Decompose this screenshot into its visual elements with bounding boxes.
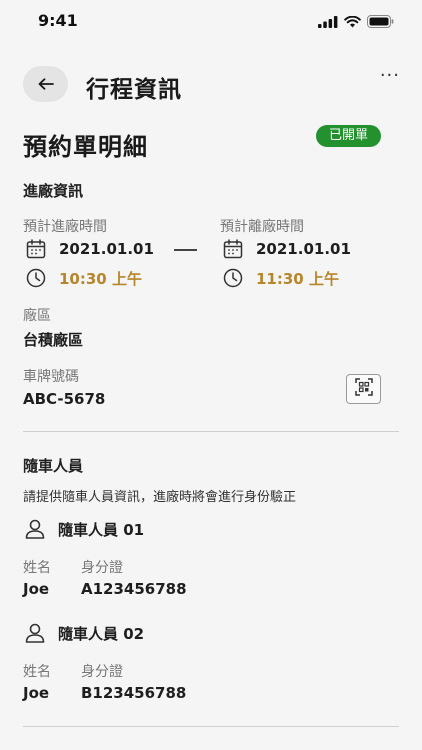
page-title: 行程資訊 xyxy=(86,77,182,103)
wifi-icon xyxy=(344,13,361,32)
area-label: 廠區 xyxy=(23,308,51,324)
companion-1-id: A123456788 xyxy=(81,580,187,598)
back-button[interactable] xyxy=(23,66,68,102)
person-icon xyxy=(24,518,46,540)
companion-2-id-label: 身分證 xyxy=(81,664,123,680)
entry-date-row: 2021.01.01 xyxy=(25,238,154,260)
entry-clock-row: 10:30 上午 xyxy=(25,267,142,289)
back-arrow-icon xyxy=(38,75,54,94)
clock-icon xyxy=(222,267,244,289)
section-divider xyxy=(23,431,399,432)
companion-1-heading: 隨車人員 01 xyxy=(58,520,145,539)
bottom-divider xyxy=(23,726,399,727)
companions-note: 請提供隨車人員資訊，進廠時將會進行身份驗正 xyxy=(23,490,297,505)
companion-2-heading-row: 隨車人員 02 xyxy=(24,622,144,644)
battery-icon xyxy=(367,13,394,32)
exit-clock-row: 11:30 上午 xyxy=(222,267,339,289)
entry-date: 2021.01.01 xyxy=(59,240,154,258)
signal-icon xyxy=(318,13,338,32)
entry-time-label: 預計進廠時間 xyxy=(23,219,107,235)
person-icon xyxy=(24,622,46,644)
exit-time-label: 預計離廠時間 xyxy=(220,219,304,235)
companion-2-heading: 隨車人員 02 xyxy=(58,624,145,643)
exit-date: 2021.01.01 xyxy=(256,240,351,258)
plate-value: ABC-5678 xyxy=(23,390,106,408)
calendar-icon xyxy=(25,238,47,260)
companion-2-id: B123456788 xyxy=(81,684,187,702)
date-range-divider xyxy=(174,249,197,251)
companions-heading: 隨車人員 xyxy=(23,457,84,475)
area-value: 台積廠區 xyxy=(23,331,84,349)
entry-info-heading: 進廠資訊 xyxy=(23,182,84,200)
entry-time: 10:30 上午 xyxy=(59,269,142,288)
qr-scan-icon xyxy=(354,378,373,400)
companion-1-heading-row: 隨車人員 01 xyxy=(24,518,144,540)
clock-icon xyxy=(25,267,47,289)
companion-2-name: Joe xyxy=(23,684,50,702)
status-icons xyxy=(318,13,394,32)
reservation-title: 預約單明細 xyxy=(23,133,148,161)
companion-1-name: Joe xyxy=(23,580,50,598)
exit-time: 11:30 上午 xyxy=(256,269,339,288)
companion-1-id-label: 身分證 xyxy=(81,560,123,576)
more-icon[interactable]: ··· xyxy=(380,67,400,85)
companion-1-name-label: 姓名 xyxy=(23,560,51,576)
plate-label: 車牌號碼 xyxy=(23,369,79,385)
calendar-icon xyxy=(222,238,244,260)
status-badge: 已開單 xyxy=(316,125,382,147)
qr-scan-button[interactable] xyxy=(346,374,381,404)
exit-date-row: 2021.01.01 xyxy=(222,238,351,260)
status-time: 9:41 xyxy=(38,11,78,30)
companion-2-name-label: 姓名 xyxy=(23,664,51,680)
